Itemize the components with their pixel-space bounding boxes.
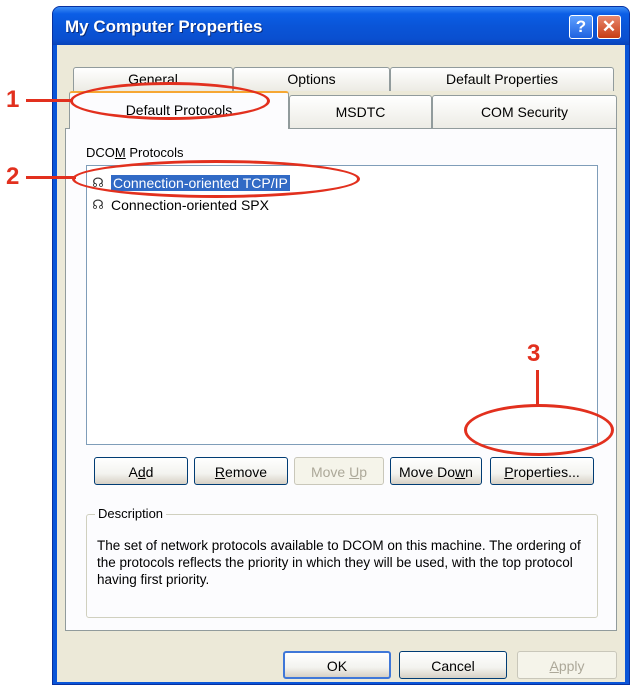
protocol-label: Connection-oriented SPX	[111, 197, 269, 213]
description-group: Description The set of network protocols…	[86, 506, 598, 618]
help-icon: ?	[575, 17, 587, 36]
window-title: My Computer Properties	[65, 17, 263, 36]
description-title: Description	[95, 506, 167, 521]
move-down-button[interactable]: Move Down	[390, 457, 482, 485]
annotation-ellipse-tcpip	[72, 160, 360, 198]
help-button[interactable]: ?	[569, 15, 593, 39]
tab-msdtc[interactable]: MSDTC	[289, 95, 432, 129]
list-item[interactable]: ☊ Connection-oriented SPX	[91, 196, 269, 214]
ok-button[interactable]: OK	[283, 651, 391, 679]
screenshot-stage: My Computer Properties ? ✕ General Optio…	[0, 0, 637, 690]
annotation-leader-line-1	[26, 99, 72, 102]
tab-default-properties[interactable]: Default Properties	[390, 67, 614, 91]
annotation-number-1: 1	[6, 86, 20, 113]
tab-panel-default-protocols: DCOM Protocols ☊ Connection-oriented TCP…	[65, 128, 617, 631]
annotation-leader-line-3	[536, 370, 539, 406]
title-bar[interactable]: My Computer Properties ? ✕	[53, 7, 629, 45]
annotation-leader-line-2	[26, 176, 76, 179]
dcom-protocols-label: DCOM Protocols	[86, 145, 184, 160]
protocol-list[interactable]: ☊ Connection-oriented TCP/IP ☊ Connectio…	[86, 165, 598, 445]
annotation-ellipse-properties	[464, 404, 614, 456]
cancel-button[interactable]: Cancel	[399, 651, 507, 679]
move-up-button[interactable]: Move Up	[294, 457, 384, 485]
apply-button[interactable]: Apply	[517, 651, 617, 679]
annotation-number-2: 2	[6, 163, 20, 190]
protocol-icon: ☊	[92, 197, 104, 212]
tab-com-security[interactable]: COM Security	[432, 95, 617, 129]
remove-button[interactable]: Remove	[194, 457, 288, 485]
annotation-ellipse-default-protocols	[70, 82, 270, 120]
add-button[interactable]: Add	[94, 457, 188, 485]
close-button[interactable]: ✕	[597, 15, 621, 39]
description-text: The set of network protocols available t…	[97, 538, 581, 587]
close-icon: ✕	[601, 17, 617, 36]
properties-button[interactable]: Properties...	[490, 457, 594, 485]
tab-options[interactable]: Options	[233, 67, 390, 91]
annotation-number-3: 3	[527, 340, 541, 367]
